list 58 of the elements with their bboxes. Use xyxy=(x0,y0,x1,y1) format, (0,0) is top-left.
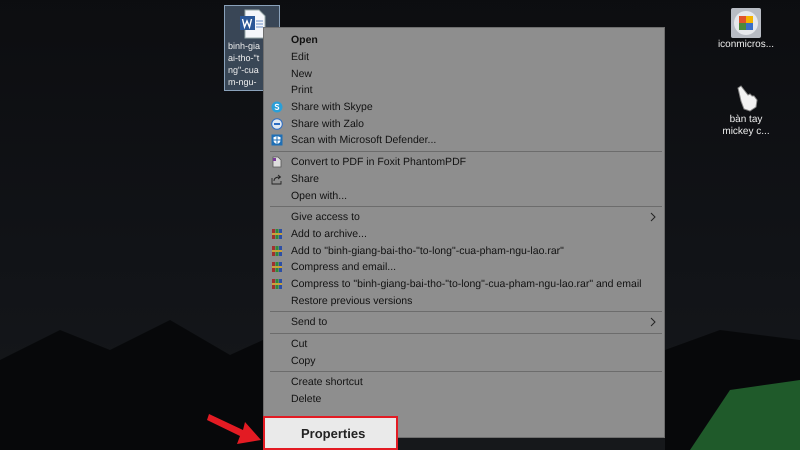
menu-item[interactable]: Give access to xyxy=(264,208,664,226)
icon-label: iconmicros... xyxy=(718,39,774,51)
menu-item-label: Compress to "binh-giang-bai-tho-"to-long"-cua-pham-ngu-lao.rar" and email xyxy=(291,278,642,290)
menu-item-label: Share with Skype xyxy=(291,101,374,114)
menu-item-label: Open xyxy=(291,34,319,46)
menu-item-label: Share with Zalo xyxy=(291,118,365,130)
menu-item-label: Edit xyxy=(291,51,310,64)
menu-item-label: New xyxy=(291,68,314,80)
menu-item[interactable]: Compress to "binh-giang-bai-tho-"to-long"-cua-pham-ngu-lao.rar" and email xyxy=(264,276,664,292)
menu-item[interactable]: Create shortcut xyxy=(264,374,664,391)
menu-item[interactable]: Compress and email... xyxy=(264,258,664,276)
icon-label: mickey c... xyxy=(722,126,770,138)
office-logo-icon xyxy=(730,7,762,39)
menu-item[interactable]: Add to archive... xyxy=(264,226,664,242)
menu-item[interactable]: Share xyxy=(264,170,664,188)
books-icon xyxy=(271,278,283,290)
menu-item-label: Share xyxy=(291,172,320,185)
menu-item-label: Scan with Microsoft Defender... xyxy=(291,134,438,146)
menu-item[interactable]: Add to "binh-giang-bai-tho-"to-long"-cua-pham-ngu-lao.rar" xyxy=(264,242,664,259)
menu-item[interactable]: Share with Skype xyxy=(264,98,664,116)
menu-item-label: Add to "binh-giang-bai-tho-"to-long"-cua-pham-ngu-lao.rar" xyxy=(291,244,565,257)
menu-item[interactable]: Convert to PDF in Foxit PhantomPDF xyxy=(264,154,664,170)
menu-item-label: Compress and email... xyxy=(291,261,398,274)
icon-label: ai-tho-"t xyxy=(228,52,260,64)
books-icon xyxy=(271,261,283,274)
desktop-icon[interactable]: iconmicros... xyxy=(718,5,774,53)
menu-item[interactable]: Share with Zalo xyxy=(264,115,664,132)
desktop-icon[interactable]: bàn tay mickey c... xyxy=(718,80,774,140)
menu-item-label: Create shortcut xyxy=(291,376,364,388)
menu-item[interactable]: Scan with Microsoft Defender... xyxy=(264,132,664,149)
icon-label: ng"-cua xyxy=(228,64,259,76)
menu-item-label: Cut xyxy=(291,338,308,350)
menu-item[interactable]: Copy xyxy=(264,352,664,370)
properties-menu-item[interactable]: Properties xyxy=(263,416,398,450)
menu-item-label: Restore previous versions xyxy=(291,294,414,307)
menu-item[interactable]: Delete xyxy=(264,390,664,408)
menu-item-label: Copy xyxy=(291,354,317,367)
share-icon xyxy=(271,172,283,185)
chat-bubble-icon xyxy=(271,118,283,130)
skype-icon xyxy=(271,101,283,114)
document-icon xyxy=(271,156,283,168)
menu-item-label: Add to archive... xyxy=(291,228,368,240)
menu-item-label: Send to xyxy=(291,316,328,328)
menu-item[interactable]: Open with... xyxy=(264,187,664,204)
icon-label: bàn tay xyxy=(730,114,762,126)
menu-item-label: Print xyxy=(291,84,314,96)
menu-item[interactable]: Send to xyxy=(264,314,664,331)
menu-item[interactable]: Restore previous versions xyxy=(264,292,664,309)
menu-item-label: Give access to xyxy=(291,211,361,224)
shield-icon xyxy=(271,134,283,146)
menu-item-label: Open with... xyxy=(291,190,348,202)
menu-item-label: Delete xyxy=(291,393,322,406)
books-icon xyxy=(271,244,283,257)
books-icon xyxy=(271,228,283,240)
menu-item[interactable]: Cut xyxy=(264,336,664,352)
icon-label: m-ngu- xyxy=(228,76,257,88)
icon-label: binh-gia xyxy=(228,40,260,52)
menu-item-label: Convert to PDF in Foxit PhantomPDF xyxy=(291,156,468,168)
